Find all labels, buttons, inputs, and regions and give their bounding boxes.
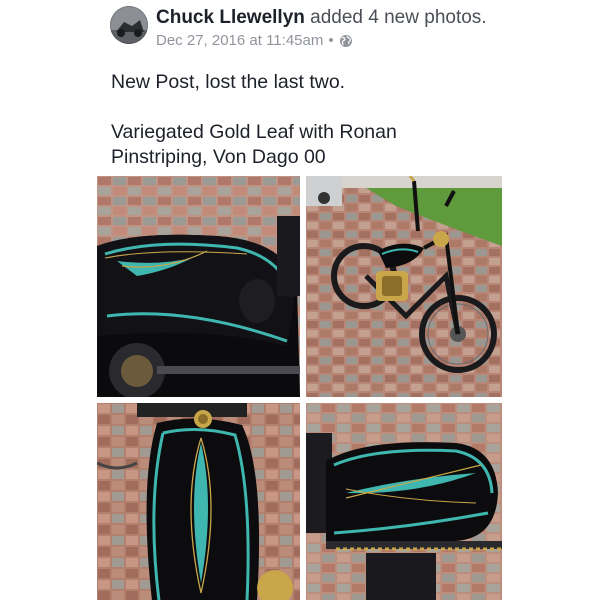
photo-gas-tank-right[interactable] [306,403,502,600]
author-avatar[interactable] [110,6,148,44]
post-timestamp[interactable]: Dec 27, 2016 at 11:45am [156,32,323,49]
post-message-line: Pinstriping, Von Dago 00 [111,146,326,168]
photo-gas-tank-side[interactable] [97,176,300,397]
globe-icon[interactable] [339,34,353,48]
post-message-line: Variegated Gold Leaf with Ronan [111,121,397,143]
author-name[interactable]: Chuck Llewellyn [156,7,305,28]
post-message-line: New Post, lost the last two. [111,71,346,93]
photo-full-motorcycle[interactable] [306,176,502,397]
photo-gas-tank-top[interactable] [97,403,300,600]
post-message: New Post, lost the last two. Variegated … [111,70,531,170]
post-action-text: added 4 new photos. [304,7,487,28]
facebook-post: Chuck Llewellyn added 4 new photos. Dec … [0,0,600,600]
post-meta: Dec 27, 2016 at 11:45am • [156,32,353,49]
post-header: Chuck Llewellyn added 4 new photos. [156,7,487,29]
meta-separator: • [328,32,334,49]
photo-grid [97,176,502,600]
